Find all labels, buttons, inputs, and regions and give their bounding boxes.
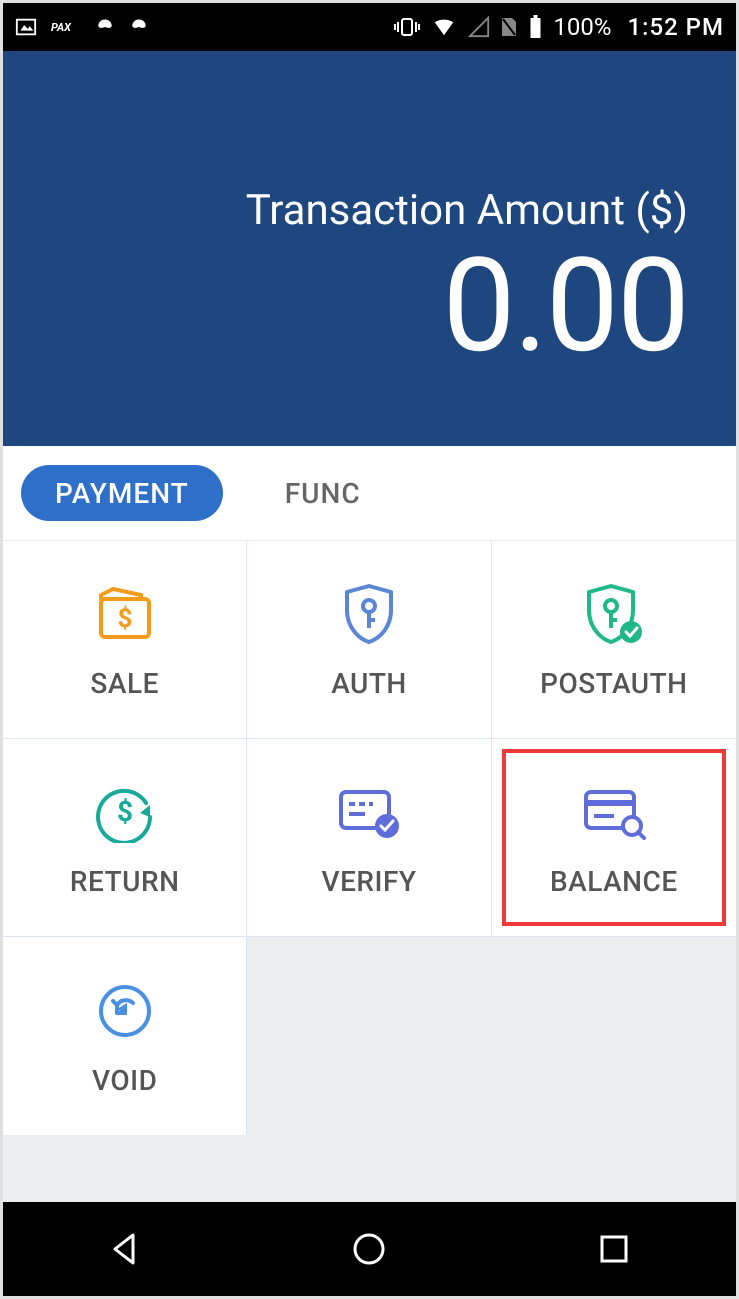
- wallet-dollar-icon: $: [93, 579, 157, 649]
- vibrate-icon: [394, 15, 420, 39]
- amount-value[interactable]: 0.00: [443, 241, 688, 371]
- actions-grid-wrap: $ SALE AUTH: [3, 541, 736, 1202]
- action-postauth[interactable]: POSTAUTH: [492, 541, 736, 739]
- svg-text:$: $: [117, 604, 132, 634]
- actions-grid: $ SALE AUTH: [3, 541, 736, 1135]
- action-verify[interactable]: VERIFY: [247, 739, 491, 937]
- clock-time: 1:52 PM: [627, 13, 724, 41]
- status-bar: PAX 100% 1: [3, 3, 736, 51]
- cell-signal-icon: [468, 16, 490, 38]
- wifi-icon: [430, 16, 458, 38]
- shield-key-check-icon: [583, 579, 645, 649]
- amount-label: Transaction Amount ($): [246, 186, 688, 235]
- action-balance[interactable]: BALANCE: [492, 739, 736, 937]
- action-label: AUTH: [331, 667, 407, 700]
- tabs-row: PAYMENT FUNC: [3, 446, 736, 541]
- shield-key-icon: [341, 579, 397, 649]
- svg-text:PAX: PAX: [51, 21, 72, 34]
- action-label: VOID: [92, 1064, 157, 1097]
- action-label: BALANCE: [550, 865, 678, 898]
- action-label: POSTAUTH: [540, 667, 687, 700]
- nav-back-button[interactable]: [97, 1221, 153, 1277]
- amount-panel: Transaction Amount ($) 0.00: [3, 51, 736, 446]
- tab-payment[interactable]: PAYMENT: [21, 465, 223, 521]
- pax-logo-icon: PAX: [51, 18, 81, 36]
- picture-icon: [15, 16, 37, 38]
- nav-home-button[interactable]: [341, 1221, 397, 1277]
- action-void[interactable]: VOID: [3, 937, 247, 1135]
- sim-icon: [500, 16, 518, 38]
- action-label: RETURN: [70, 865, 180, 898]
- action-sale[interactable]: $ SALE: [3, 541, 247, 739]
- butterfly-icon: [129, 17, 149, 37]
- card-check-icon: [335, 777, 403, 847]
- tab-func[interactable]: FUNC: [251, 465, 395, 521]
- svg-text:$: $: [117, 795, 133, 828]
- action-auth[interactable]: AUTH: [247, 541, 491, 739]
- status-right-icons: 100% 1:52 PM: [394, 13, 724, 41]
- card-search-icon: [580, 777, 648, 847]
- butterfly-icon: [95, 17, 115, 37]
- android-nav-bar: [3, 1202, 736, 1296]
- dollar-refresh-icon: $: [94, 777, 156, 847]
- device-frame: PAX 100% 1: [0, 0, 739, 1299]
- battery-percent: 100%: [553, 13, 611, 41]
- battery-icon: [528, 15, 543, 39]
- undo-circle-icon: [95, 976, 155, 1046]
- status-left-icons: PAX: [15, 16, 149, 38]
- action-label: VERIFY: [322, 865, 417, 898]
- action-label: SALE: [90, 667, 158, 700]
- nav-recent-button[interactable]: [586, 1221, 642, 1277]
- action-return[interactable]: $ RETURN: [3, 739, 247, 937]
